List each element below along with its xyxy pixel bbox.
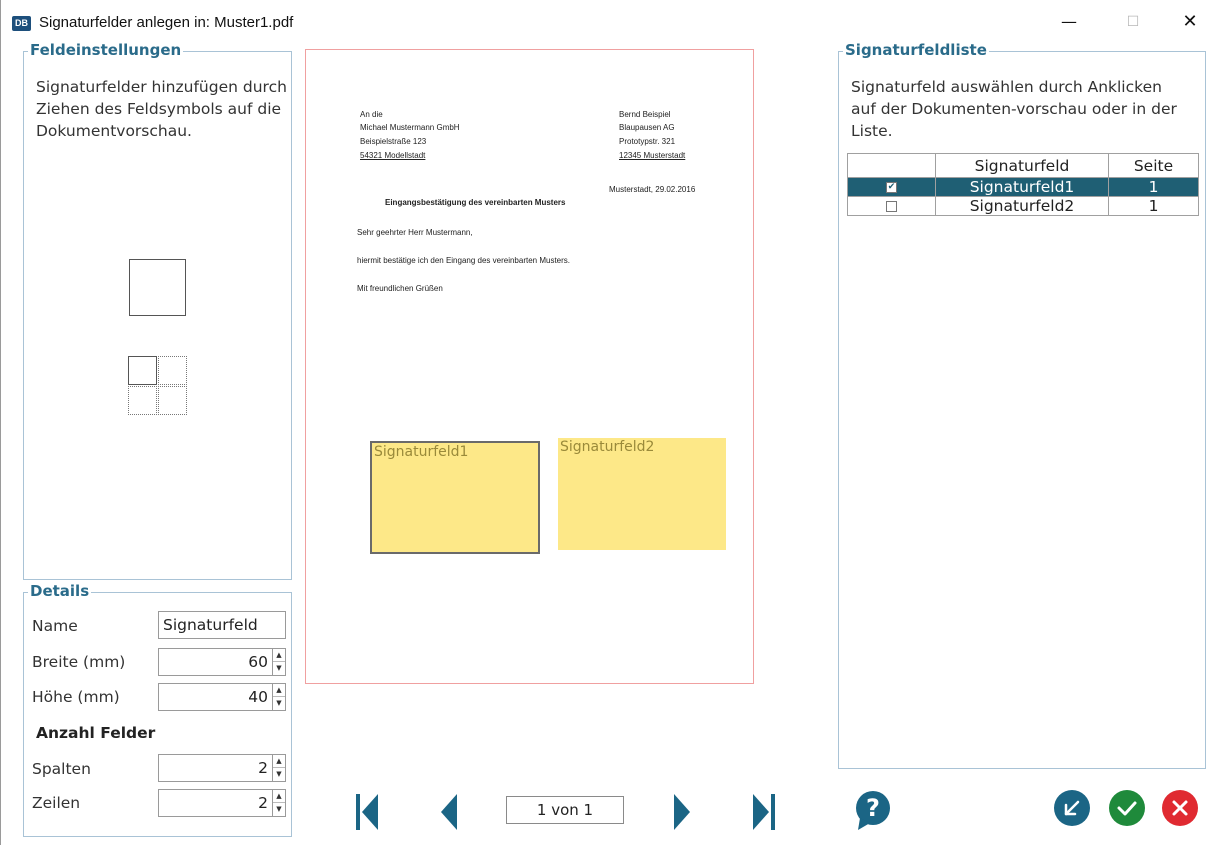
columns-field[interactable]: 2 [158,754,273,782]
row-page-cell[interactable]: 1 [1108,196,1199,216]
last-page-button[interactable] [751,794,779,830]
grid-cell [128,386,157,415]
recipient-line: Beispielstraße 123 [360,137,427,146]
height-label: Höhe (mm) [32,688,120,706]
sender-line: 12345 Musterstadt [619,151,686,160]
subject-line: Eingangsbestätigung des vereinbarten Mus… [385,198,566,207]
height-field[interactable]: 40 [158,683,273,711]
single-field-symbol[interactable] [129,259,186,316]
import-arrow-icon [1064,800,1080,816]
recipient-line: Michael Mustermann GmbH [360,123,460,132]
app-logo: DB [12,16,31,31]
recipient-line: An die [360,110,383,119]
spin-up-icon[interactable]: ▲ [273,755,285,768]
next-page-icon [674,794,690,830]
cancel-button[interactable] [1162,790,1198,826]
height-spinner[interactable]: ▲ ▼ [272,683,286,711]
width-field[interactable]: 60 [158,648,273,676]
signature-field-label: Signaturfeld1 [374,444,469,460]
signature-list-title: Signaturfeldliste [843,41,989,59]
signature-table: Signaturfeld Seite ✔ Signaturfeld1 1 Sig… [847,153,1199,216]
row-page-cell[interactable]: 1 [1108,177,1199,197]
field-settings-group: Feldeinstellungen Signaturfelder hinzufü… [23,41,292,580]
ok-button[interactable] [1109,790,1145,826]
sender-line: Prototypstr. 321 [619,137,676,146]
spin-down-icon[interactable]: ▼ [273,768,285,781]
row-checkbox-cell[interactable]: ✔ [847,177,936,197]
column-header-page[interactable]: Seite [1108,153,1199,178]
spin-up-icon[interactable]: ▲ [273,649,285,662]
table-row[interactable]: ✔ Signaturfeld1 1 [847,177,1199,197]
salutation-line: Sehr geehrter Herr Mustermann, [357,228,473,237]
closing-line: Mit freundlichen Grüßen [357,284,443,293]
minimize-button[interactable]: — [1049,8,1089,36]
spin-down-icon[interactable]: ▼ [273,662,285,675]
import-button[interactable] [1054,790,1090,826]
grid-cell [158,386,187,415]
maximize-button[interactable]: ☐ [1113,8,1153,36]
spin-down-icon[interactable]: ▼ [273,803,285,816]
details-group: Details Name Signaturfeld Breite (mm) 60… [23,582,292,837]
close-x-icon [1172,800,1188,816]
row-checkbox-cell[interactable] [847,196,936,216]
field-settings-title: Feldeinstellungen [28,41,184,59]
spin-up-icon[interactable]: ▲ [273,790,285,803]
width-label: Breite (mm) [32,653,126,671]
row-name-cell[interactable]: Signaturfeld1 [935,177,1109,197]
checkbox-unchecked-icon[interactable] [886,201,897,212]
spin-down-icon[interactable]: ▼ [273,697,285,710]
help-icon: ? [856,791,890,830]
svg-text:?: ? [866,794,880,822]
page-indicator: 1 von 1 [506,796,624,824]
first-page-icon [356,794,378,830]
name-label: Name [32,617,78,635]
row-name-cell[interactable]: Signaturfeld2 [935,196,1109,216]
checkmark-icon [1117,801,1137,816]
signature-field-label: Signaturfeld2 [560,439,655,455]
dialog-window: DB Signaturfelder anlegen in: Muster1.pd… [0,0,1214,845]
date-line: Musterstadt, 29.02.2016 [609,185,696,194]
sender-line: Bernd Beispiel [619,110,671,119]
table-header-row: Signaturfeld Seite [847,153,1199,178]
first-page-button[interactable] [354,794,382,830]
last-page-icon [753,794,775,830]
column-header-check[interactable] [847,153,936,178]
signature-list-group: Signaturfeldliste Signaturfeld auswählen… [838,41,1206,769]
signature-list-help: Signaturfeld auswählen durch Anklicken a… [851,78,1177,140]
next-page-button[interactable] [672,794,700,830]
details-title: Details [28,582,92,600]
grid-cell [128,356,157,385]
spin-up-icon[interactable]: ▲ [273,684,285,697]
rows-label: Zeilen [32,794,81,812]
prev-page-icon [441,794,457,830]
prev-page-button[interactable] [439,794,467,830]
sender-line: Blaupausen AG [619,123,675,132]
column-header-name[interactable]: Signaturfeld [935,153,1109,178]
grid-field-symbol[interactable] [128,356,188,416]
field-count-heading: Anzahl Felder [36,724,156,742]
grid-cell [158,356,187,385]
title-bar: DB Signaturfelder anlegen in: Muster1.pd… [1,0,1214,40]
rows-spinner[interactable]: ▲ ▼ [272,789,286,817]
checkbox-checked-icon[interactable]: ✔ [886,182,897,193]
columns-label: Spalten [32,760,91,778]
help-button[interactable]: ? [854,790,892,830]
signature-field-1[interactable]: Signaturfeld1 [370,441,540,554]
rows-field[interactable]: 2 [158,789,273,817]
table-row[interactable]: Signaturfeld2 1 [847,196,1199,216]
signature-field-2[interactable]: Signaturfeld2 [558,438,726,550]
document-preview[interactable]: An die Michael Mustermann GmbH Beispiels… [305,49,754,684]
recipient-line: 54321 Modellstadt [360,151,426,160]
name-field[interactable]: Signaturfeld [158,611,286,639]
width-spinner[interactable]: ▲ ▼ [272,648,286,676]
body-line: hiermit bestätige ich den Eingang des ve… [357,256,571,265]
field-settings-help: Signaturfelder hinzufügen durch Ziehen d… [36,78,287,140]
close-window-button[interactable]: ✕ [1170,8,1210,36]
columns-spinner[interactable]: ▲ ▼ [272,754,286,782]
window-title: Signaturfelder anlegen in: Muster1.pdf [39,14,294,31]
